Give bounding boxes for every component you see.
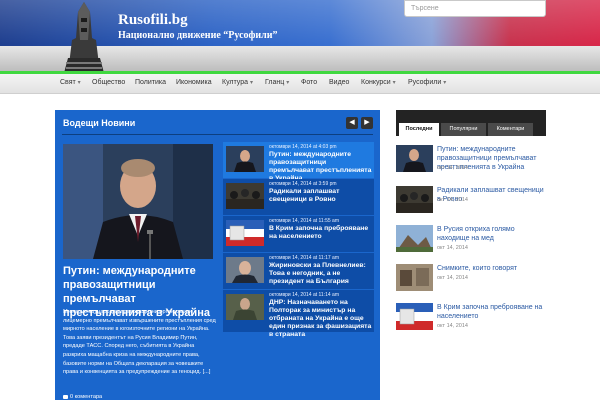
tab-latest[interactable]: Последни (399, 123, 439, 136)
portrait-thumb-icon (396, 145, 433, 172)
sidebar-tabbar: Последни Популярни Коментари (396, 110, 546, 136)
list-item[interactable]: октомври 14, 2014 at 3:59 pm Радикали за… (223, 179, 374, 215)
comments-label: 0 коментара (70, 394, 103, 400)
post-date: октомври 14, 2014 at 11:17 am (269, 255, 339, 261)
featured-excerpt: Много международни правозащитни организа… (63, 309, 216, 376)
list-item[interactable]: Путин: международните правозащитници пре… (396, 144, 546, 176)
tab-popular[interactable]: Популярни (441, 123, 486, 136)
post-title[interactable]: Снимките, които говорят (437, 264, 547, 273)
list-item[interactable]: октомври 14, 2014 at 4:03 pm Путин: межд… (223, 142, 374, 182)
post-date: окт 14, 2014 (437, 245, 468, 251)
crowd-thumb-icon (396, 186, 433, 213)
thumbnail (226, 146, 264, 172)
flag-thumb-icon (226, 220, 264, 246)
chevron-down-icon: ▾ (286, 80, 290, 86)
nav-item-konkursi[interactable]: Конкурси ▾ (361, 79, 396, 86)
list-item[interactable]: Снимките, които говорят окт 14, 2014 (396, 263, 546, 295)
thumbnail (396, 145, 433, 172)
sidebar-list: Путин: международните правозащитници пре… (396, 136, 546, 400)
nav-item-politika[interactable]: Политика (135, 79, 166, 86)
thumbnail (396, 186, 433, 213)
list-item[interactable]: октомври 14, 2014 at 11:55 am В Крим зап… (223, 216, 374, 252)
main-nav: Свят ▾ Общество Политика Икономика Култу… (0, 74, 600, 94)
chevron-down-icon: ▾ (392, 80, 396, 86)
post-date: окт 14, 2014 (437, 275, 468, 281)
nav-label: Конкурси (361, 79, 391, 86)
nav-item-ikonomika[interactable]: Икономика (176, 79, 212, 86)
nav-label: Политика (135, 79, 166, 86)
chevron-down-icon: ▾ (249, 80, 253, 86)
post-title[interactable]: В Крим започна преброяване на населениет… (269, 225, 373, 241)
nav-item-kultura[interactable]: Култура ▾ (222, 79, 253, 86)
nav-item-svyat[interactable]: Свят ▾ (60, 79, 81, 86)
prev-arrow-icon[interactable]: ◀ (346, 117, 358, 129)
nav-item-foto[interactable]: Фото (301, 79, 317, 86)
list-item[interactable]: В Русия откриха голямо находище на мед о… (396, 224, 546, 256)
tab-comments[interactable]: Коментари (488, 123, 533, 136)
thumbnail (396, 303, 433, 330)
nav-item-rusofili[interactable]: Русофили ▾ (408, 79, 446, 86)
list-item[interactable]: октомври 14, 2014 at 11:17 am Жириновски… (223, 253, 374, 289)
nav-item-glants[interactable]: Гланц ▾ (265, 79, 289, 86)
thumbnail (226, 294, 264, 320)
nav-label: Гланц (265, 79, 285, 86)
nav-label: Култура (222, 79, 249, 86)
post-title[interactable]: В Крим започна преброяване на населениет… (437, 303, 547, 321)
nav-item-obshtestvo[interactable]: Общество (92, 79, 125, 86)
nav-label: Видео (329, 79, 350, 86)
post-title[interactable]: Радикали заплашват свещеници в Ровно (269, 188, 373, 204)
section-title: Водещи Новини (63, 118, 136, 128)
thumbnail (226, 257, 264, 283)
post-date: окт 14, 2014 (437, 165, 468, 171)
post-title[interactable]: Жириновски за Плевнелиев: Това е негодни… (269, 262, 373, 286)
soldier-thumb-icon (226, 294, 264, 320)
portrait-thumb-icon (226, 146, 264, 172)
nav-label: Икономика (176, 79, 212, 86)
nav-label: Свят (60, 79, 76, 86)
flag-thumb-icon (396, 303, 433, 330)
chevron-down-icon: ▾ (443, 80, 447, 86)
comments-count[interactable]: 0 коментара (63, 394, 102, 400)
site-title[interactable]: Rusofili.bg (118, 12, 188, 29)
thumbnail (226, 220, 264, 246)
site-header: Rusofili.bg Национално движение “Русофил… (0, 0, 600, 73)
post-title[interactable]: В Русия откриха голямо находище на мед (437, 225, 547, 243)
landscape-thumb-icon (396, 225, 433, 252)
featured-news-panel: Водещи Новини ◀ ▶ Путин: международните … (55, 110, 380, 400)
next-arrow-icon[interactable]: ▶ (361, 117, 373, 129)
thumbnail (226, 183, 264, 209)
monument-logo-icon[interactable] (58, 0, 110, 73)
post-date: окт 14, 2014 (437, 197, 468, 203)
post-date: октомври 14, 2014 at 11:14 am (269, 292, 339, 298)
nav-label: Фото (301, 79, 318, 86)
photo-thumb-icon (396, 264, 433, 291)
nav-label: Русофили (408, 79, 442, 86)
site-subtitle: Национално движение “Русофили” (118, 30, 278, 41)
divider (62, 134, 373, 135)
portrait-thumb-icon (226, 257, 264, 283)
post-date: окт 14, 2014 (437, 323, 468, 329)
list-item[interactable]: Радикали заплашват свещеници в Ровно окт… (396, 185, 546, 217)
post-date: октомври 14, 2014 at 11:55 am (269, 218, 339, 224)
thumbnail (396, 264, 433, 291)
post-date: октомври 14, 2014 at 3:59 pm (269, 181, 337, 187)
comment-icon (63, 394, 68, 399)
post-title[interactable]: ДНР: Назначаването на Полторак за минист… (269, 299, 373, 339)
thumbnail (396, 225, 433, 252)
nav-item-video[interactable]: Видео (329, 79, 349, 86)
slider-controls: ◀ ▶ (346, 117, 374, 129)
featured-image[interactable] (63, 144, 213, 259)
portrait-photo-icon (63, 144, 213, 259)
search-input[interactable]: Търсене (404, 0, 546, 17)
chevron-down-icon: ▾ (77, 80, 81, 86)
post-date: октомври 14, 2014 at 4:03 pm (269, 144, 337, 150)
list-item[interactable]: октомври 14, 2014 at 11:14 am ДНР: Назна… (223, 290, 374, 338)
crowd-thumb-icon (226, 183, 264, 209)
list-item[interactable]: В Крим започна преброяване на населениет… (396, 302, 546, 334)
nav-label: Общество (92, 79, 126, 86)
